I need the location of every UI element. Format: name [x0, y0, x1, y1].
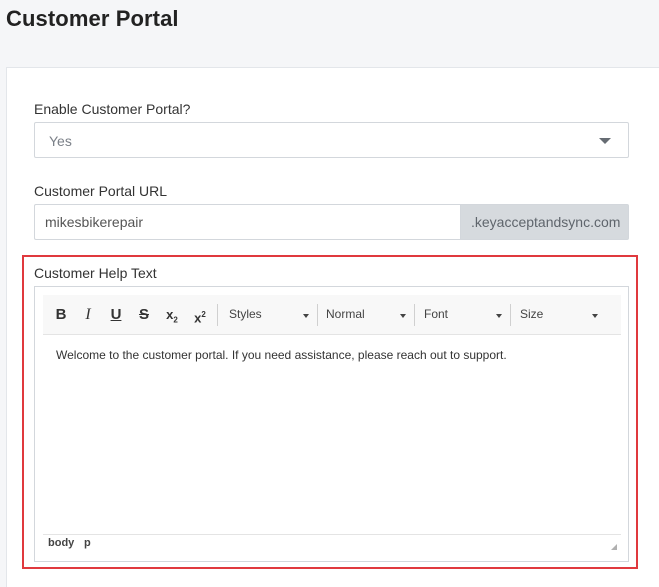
toolbar-divider — [414, 304, 415, 326]
element-path-body[interactable]: body — [48, 537, 74, 549]
font-dropdown-label: Font — [424, 307, 449, 321]
styles-dropdown-label: Styles — [229, 307, 262, 321]
italic-button[interactable]: I — [78, 304, 98, 326]
chevron-down-icon — [599, 138, 611, 144]
size-dropdown-label: Size — [520, 307, 544, 321]
caret-down-icon — [496, 314, 502, 318]
size-dropdown[interactable]: Size — [514, 304, 604, 326]
caret-down-icon — [303, 314, 309, 318]
page-title: Customer Portal — [6, 6, 179, 31]
enable-portal-select[interactable]: Yes — [34, 122, 629, 158]
caret-down-icon — [400, 314, 406, 318]
underline-button[interactable]: U — [106, 304, 126, 326]
enable-portal-label: Enable Customer Portal? — [34, 101, 191, 117]
editor-status-bar: body p — [43, 534, 621, 554]
portal-url-label: Customer Portal URL — [34, 183, 168, 199]
font-dropdown[interactable]: Font — [418, 304, 508, 326]
help-text-label: Customer Help Text — [34, 265, 157, 281]
element-path-p[interactable]: p — [84, 537, 91, 549]
bold-button[interactable]: B — [51, 304, 71, 326]
toolbar-divider — [510, 304, 511, 326]
superscript-mark: 2 — [201, 310, 206, 319]
toolbar-divider — [217, 304, 218, 326]
superscript-button[interactable]: x2 — [190, 304, 210, 326]
rich-text-editor[interactable]: B I U S x2 x2 Styles Normal Font Size We… — [34, 286, 629, 562]
toolbar-divider — [317, 304, 318, 326]
subscript-mark: 2 — [173, 315, 178, 325]
portal-url-input[interactable] — [34, 204, 460, 240]
styles-dropdown[interactable]: Styles — [223, 304, 315, 326]
subscript-button[interactable]: x2 — [162, 304, 182, 326]
editor-content[interactable]: Welcome to the customer portal. If you n… — [56, 348, 616, 362]
format-dropdown[interactable]: Normal — [320, 304, 412, 326]
format-dropdown-label: Normal — [326, 307, 365, 321]
resize-handle-icon[interactable] — [611, 544, 617, 550]
strikethrough-button[interactable]: S — [134, 304, 154, 326]
portal-url-suffix: .keyacceptandsync.com — [460, 204, 629, 240]
editor-toolbar: B I U S x2 x2 Styles Normal Font Size — [43, 295, 621, 335]
enable-portal-selected-value: Yes — [49, 133, 72, 149]
caret-down-icon — [592, 314, 598, 318]
